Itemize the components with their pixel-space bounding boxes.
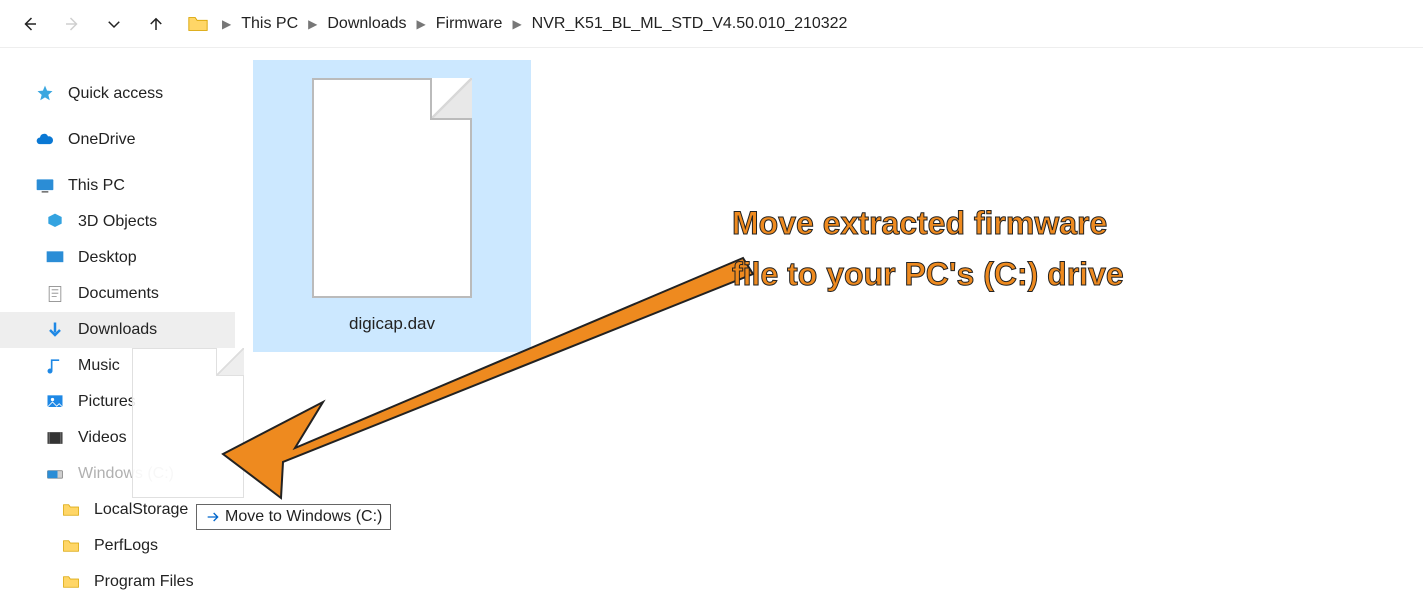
chevron-right-icon: ▶: [512, 17, 521, 31]
arrow-right-icon: [205, 509, 221, 525]
chevron-right-icon: ▶: [222, 17, 231, 31]
sidebar-videos[interactable]: Videos: [0, 420, 235, 456]
folder-icon: [186, 12, 210, 36]
sidebar-item-label: Windows (C:): [78, 465, 174, 483]
star-icon: [34, 83, 56, 105]
sidebar-documents[interactable]: Documents: [0, 276, 235, 312]
nav-back-button[interactable]: [18, 12, 42, 36]
folder-icon: [60, 499, 82, 521]
annotation-text: Move extracted firmware file to your PC'…: [732, 198, 1124, 300]
sidebar-item-label: Program Files: [94, 573, 194, 591]
chevron-down-icon: [105, 15, 123, 33]
cube-icon: [44, 211, 66, 233]
sidebar-pictures[interactable]: Pictures: [0, 384, 235, 420]
folder-icon: [60, 535, 82, 557]
sidebar-item-label: LocalStorage: [94, 501, 188, 519]
sidebar-item-label: PerfLogs: [94, 537, 158, 555]
sidebar-music[interactable]: Music: [0, 348, 235, 384]
sidebar-3d-objects[interactable]: 3D Objects: [0, 204, 235, 240]
videos-icon: [44, 427, 66, 449]
sidebar-item-label: Desktop: [78, 249, 137, 267]
crumb-firmware[interactable]: Firmware: [436, 15, 503, 33]
annotation-line2: file to your PC's (C:) drive: [732, 249, 1124, 300]
sidebar-item-label: 3D Objects: [78, 213, 157, 231]
address-bar: ▶ This PC ▶ Downloads ▶ Firmware ▶ NVR_K…: [0, 0, 1423, 48]
file-item-digicap[interactable]: digicap.dav: [253, 60, 531, 352]
move-tooltip: Move to Windows (C:): [196, 504, 391, 530]
sidebar-perflogs[interactable]: PerfLogs: [0, 528, 235, 564]
sidebar-item-label: Documents: [78, 285, 159, 303]
sidebar-item-label: Videos: [78, 429, 127, 447]
sidebar-quick-access[interactable]: Quick access: [0, 76, 235, 112]
nav-recent-button[interactable]: [102, 12, 126, 36]
nav-controls: [18, 12, 168, 36]
sidebar-windows-c[interactable]: Windows (C:): [0, 456, 235, 492]
drive-icon: [44, 463, 66, 485]
tooltip-text: Move to Windows (C:): [225, 508, 382, 526]
sidebar-item-label: Music: [78, 357, 120, 375]
arrow-right-icon: [63, 15, 81, 33]
sidebar-program-files[interactable]: Program Files: [0, 564, 235, 600]
folder-icon: [60, 571, 82, 593]
crumb-folder[interactable]: NVR_K51_BL_ML_STD_V4.50.010_210322: [532, 15, 848, 33]
sidebar-onedrive[interactable]: OneDrive: [0, 122, 235, 158]
sidebar-item-label: Downloads: [78, 321, 157, 339]
chevron-right-icon: ▶: [417, 17, 426, 31]
file-icon: [312, 78, 472, 298]
chevron-right-icon: ▶: [308, 17, 317, 31]
breadcrumb[interactable]: ▶ This PC ▶ Downloads ▶ Firmware ▶ NVR_K…: [186, 12, 1405, 36]
cloud-icon: [34, 129, 56, 151]
sidebar-item-label: OneDrive: [68, 131, 136, 149]
file-name-label: digicap.dav: [349, 314, 435, 334]
pc-icon: [34, 175, 56, 197]
music-icon: [44, 355, 66, 377]
crumb-downloads[interactable]: Downloads: [327, 15, 406, 33]
crumb-this-pc[interactable]: This PC: [241, 15, 298, 33]
sidebar-desktop[interactable]: Desktop: [0, 240, 235, 276]
downloads-icon: [44, 319, 66, 341]
arrow-left-icon: [21, 15, 39, 33]
documents-icon: [44, 283, 66, 305]
sidebar-this-pc[interactable]: This PC: [0, 168, 235, 204]
sidebar-item-label: Pictures: [78, 393, 136, 411]
nav-forward-button[interactable]: [60, 12, 84, 36]
nav-up-button[interactable]: [144, 12, 168, 36]
sidebar-downloads[interactable]: Downloads: [0, 312, 235, 348]
arrow-up-icon: [147, 15, 165, 33]
annotation-line1: Move extracted firmware: [732, 198, 1124, 249]
desktop-icon: [44, 247, 66, 269]
file-pane[interactable]: digicap.dav: [235, 48, 1423, 612]
sidebar-item-label: This PC: [68, 177, 125, 195]
sidebar-item-label: Quick access: [68, 85, 163, 103]
pictures-icon: [44, 391, 66, 413]
